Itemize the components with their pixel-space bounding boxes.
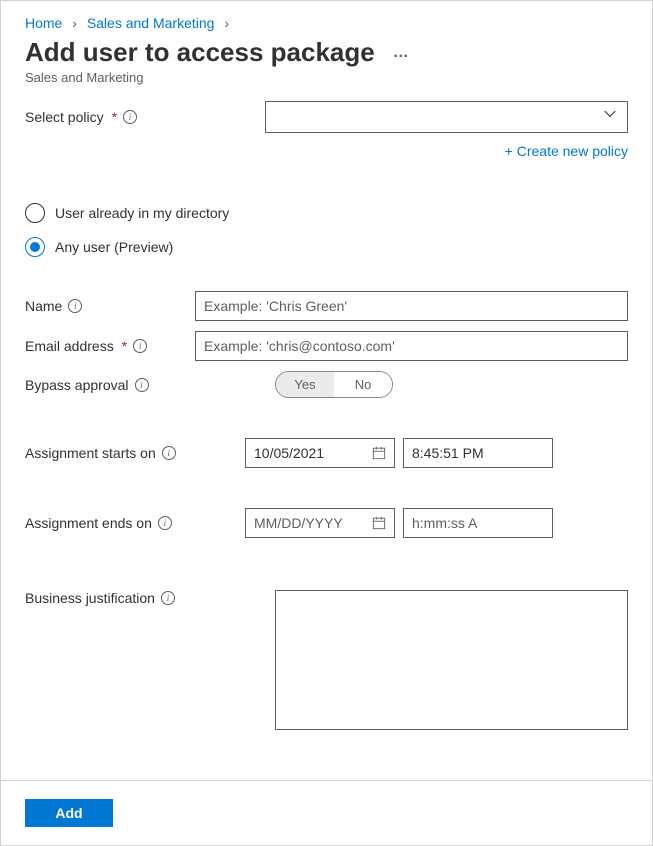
assignment-ends-date[interactable]: MM/DD/YYYY xyxy=(245,508,395,538)
business-justification-label: Business justification i xyxy=(25,590,275,606)
info-icon[interactable]: i xyxy=(133,339,147,353)
required-indicator: * xyxy=(112,109,117,125)
info-icon[interactable]: i xyxy=(158,516,172,530)
info-icon[interactable]: i xyxy=(123,110,137,124)
info-icon[interactable]: i xyxy=(68,299,82,313)
radio-icon xyxy=(25,203,45,223)
assignment-starts-label: Assignment starts on i xyxy=(25,445,245,461)
add-button[interactable]: Add xyxy=(25,799,113,827)
info-icon[interactable]: i xyxy=(161,591,175,605)
assignment-starts-date[interactable]: 10/05/2021 xyxy=(245,438,395,468)
breadcrumb-home[interactable]: Home xyxy=(25,15,62,31)
more-actions-button[interactable]: … xyxy=(389,43,414,63)
bypass-approval-toggle[interactable]: Yes No xyxy=(275,371,393,398)
toggle-yes[interactable]: Yes xyxy=(276,372,334,397)
info-icon[interactable]: i xyxy=(162,446,176,460)
name-input[interactable] xyxy=(195,291,628,321)
calendar-icon xyxy=(372,516,386,530)
radio-label: Any user (Preview) xyxy=(55,239,173,255)
assignment-ends-time[interactable]: h:mm:ss A xyxy=(403,508,553,538)
radio-label: User already in my directory xyxy=(55,205,229,221)
radio-user-in-directory[interactable]: User already in my directory xyxy=(25,203,628,223)
assignment-ends-label: Assignment ends on i xyxy=(25,515,245,531)
page-title: Add user to access package xyxy=(25,37,375,68)
create-new-policy-link[interactable]: + Create new policy xyxy=(505,143,628,159)
radio-icon xyxy=(25,237,45,257)
email-label: Email address* i xyxy=(25,338,195,354)
breadcrumb: Home › Sales and Marketing › xyxy=(25,15,628,31)
chevron-right-icon: › xyxy=(72,15,77,31)
bypass-approval-label: Bypass approval i xyxy=(25,377,275,393)
calendar-icon xyxy=(372,446,386,460)
select-policy-label: Select policy* i xyxy=(25,109,265,125)
assignment-starts-time[interactable]: 8:45:51 PM xyxy=(403,438,553,468)
breadcrumb-section[interactable]: Sales and Marketing xyxy=(87,15,215,31)
page-title-row: Add user to access package … xyxy=(25,37,628,68)
chevron-right-icon: › xyxy=(224,15,229,31)
page-subtitle: Sales and Marketing xyxy=(25,70,628,85)
email-input[interactable] xyxy=(195,331,628,361)
radio-any-user[interactable]: Any user (Preview) xyxy=(25,237,628,257)
user-source-radio-group: User already in my directory Any user (P… xyxy=(25,203,628,257)
toggle-no[interactable]: No xyxy=(334,372,392,397)
business-justification-textarea[interactable] xyxy=(275,590,628,730)
required-indicator: * xyxy=(122,338,127,354)
name-label: Name i xyxy=(25,298,195,314)
chevron-down-icon xyxy=(603,107,617,124)
info-icon[interactable]: i xyxy=(135,378,149,392)
select-policy-dropdown[interactable] xyxy=(265,101,628,133)
